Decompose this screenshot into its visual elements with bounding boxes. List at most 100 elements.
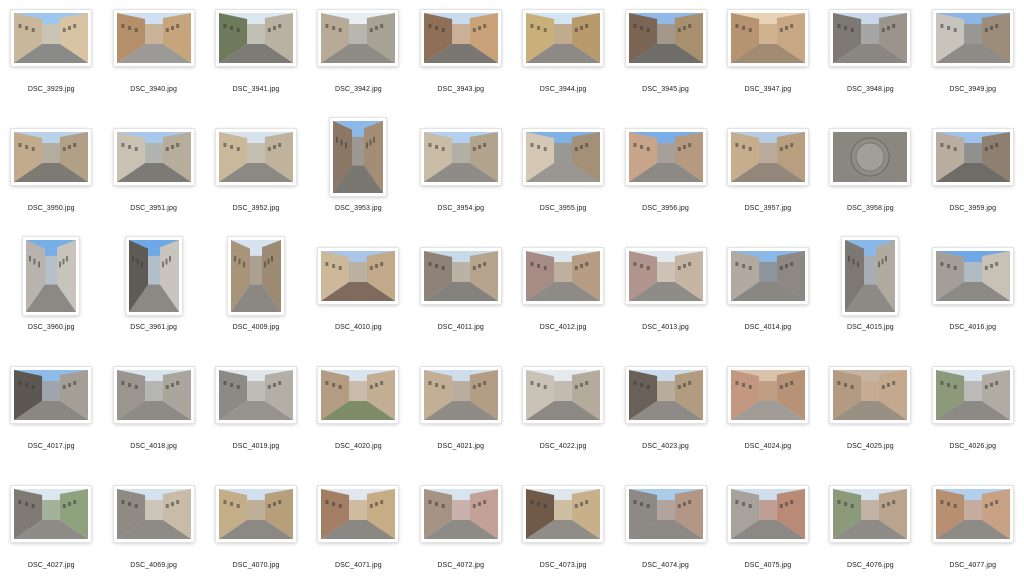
file-item[interactable]: DSC_3958.jpg bbox=[819, 119, 921, 238]
file-item[interactable]: DSC_3953.jpg bbox=[307, 118, 409, 238]
image-thumbnail[interactable] bbox=[727, 129, 808, 185]
file-item[interactable]: DSC_4025.jpg bbox=[819, 357, 921, 476]
image-thumbnail[interactable] bbox=[830, 129, 911, 185]
image-thumbnail[interactable] bbox=[215, 129, 296, 185]
file-item[interactable]: DSC_3960.jpg bbox=[0, 237, 102, 357]
file-item[interactable]: DSC_4017.jpg bbox=[0, 357, 102, 476]
file-item[interactable]: DSC_4073.jpg bbox=[512, 476, 614, 579]
file-item[interactable]: DSC_4012.jpg bbox=[512, 238, 614, 357]
image-thumbnail[interactable] bbox=[215, 486, 296, 542]
file-item[interactable]: DSC_3941.jpg bbox=[205, 0, 307, 119]
file-item[interactable]: DSC_3952.jpg bbox=[205, 119, 307, 238]
file-item[interactable]: DSC_4016.jpg bbox=[922, 238, 1024, 357]
file-item[interactable]: DSC_4027.jpg bbox=[0, 476, 102, 579]
file-item[interactable]: DSC_4011.jpg bbox=[410, 238, 512, 357]
image-thumbnail[interactable] bbox=[932, 367, 1013, 423]
file-item[interactable]: DSC_3954.jpg bbox=[410, 119, 512, 238]
image-thumbnail[interactable] bbox=[318, 367, 399, 423]
file-item[interactable]: DSC_4018.jpg bbox=[102, 357, 204, 476]
image-thumbnail[interactable] bbox=[727, 367, 808, 423]
image-thumbnail[interactable] bbox=[932, 129, 1013, 185]
image-thumbnail[interactable] bbox=[420, 129, 501, 185]
image-thumbnail[interactable] bbox=[727, 486, 808, 542]
file-item[interactable]: DSC_3929.jpg bbox=[0, 0, 102, 119]
image-thumbnail[interactable] bbox=[727, 10, 808, 66]
image-thumbnail[interactable] bbox=[420, 486, 501, 542]
image-thumbnail[interactable] bbox=[523, 486, 604, 542]
file-item[interactable]: DSC_4069.jpg bbox=[102, 476, 204, 579]
file-item[interactable]: DSC_3944.jpg bbox=[512, 0, 614, 119]
file-item[interactable]: DSC_4020.jpg bbox=[307, 357, 409, 476]
image-thumbnail[interactable] bbox=[227, 237, 284, 315]
image-thumbnail[interactable] bbox=[215, 10, 296, 66]
file-item[interactable]: DSC_3940.jpg bbox=[102, 0, 204, 119]
image-thumbnail[interactable] bbox=[125, 237, 182, 315]
file-item[interactable]: DSC_3943.jpg bbox=[410, 0, 512, 119]
file-item[interactable]: DSC_4009.jpg bbox=[205, 237, 307, 357]
file-item[interactable]: DSC_3942.jpg bbox=[307, 0, 409, 119]
file-item[interactable]: DSC_4070.jpg bbox=[205, 476, 307, 579]
image-thumbnail[interactable] bbox=[625, 10, 706, 66]
image-thumbnail[interactable] bbox=[523, 10, 604, 66]
file-item[interactable]: DSC_4075.jpg bbox=[717, 476, 819, 579]
image-thumbnail[interactable] bbox=[11, 10, 92, 66]
file-item[interactable]: DSC_3957.jpg bbox=[717, 119, 819, 238]
image-thumbnail[interactable] bbox=[11, 486, 92, 542]
file-item[interactable]: DSC_3959.jpg bbox=[922, 119, 1024, 238]
image-thumbnail[interactable] bbox=[113, 10, 194, 66]
image-thumbnail[interactable] bbox=[318, 10, 399, 66]
image-thumbnail[interactable] bbox=[830, 10, 911, 66]
file-item[interactable]: DSC_3956.jpg bbox=[614, 119, 716, 238]
file-item[interactable]: DSC_4019.jpg bbox=[205, 357, 307, 476]
image-thumbnail[interactable] bbox=[420, 248, 501, 304]
image-thumbnail[interactable] bbox=[523, 248, 604, 304]
image-thumbnail[interactable] bbox=[11, 129, 92, 185]
file-item[interactable]: DSC_3949.jpg bbox=[922, 0, 1024, 119]
image-thumbnail[interactable] bbox=[523, 367, 604, 423]
file-item[interactable]: DSC_4071.jpg bbox=[307, 476, 409, 579]
file-item[interactable]: DSC_4021.jpg bbox=[410, 357, 512, 476]
file-item[interactable]: DSC_4024.jpg bbox=[717, 357, 819, 476]
image-thumbnail[interactable] bbox=[420, 367, 501, 423]
file-item[interactable]: DSC_4076.jpg bbox=[819, 476, 921, 579]
image-thumbnail[interactable] bbox=[932, 10, 1013, 66]
image-thumbnail[interactable] bbox=[23, 237, 80, 315]
file-item[interactable]: DSC_4074.jpg bbox=[614, 476, 716, 579]
image-thumbnail[interactable] bbox=[932, 248, 1013, 304]
image-thumbnail[interactable] bbox=[318, 486, 399, 542]
file-item[interactable]: DSC_3948.jpg bbox=[819, 0, 921, 119]
image-thumbnail[interactable] bbox=[215, 367, 296, 423]
image-thumbnail[interactable] bbox=[830, 486, 911, 542]
image-thumbnail[interactable] bbox=[523, 129, 604, 185]
image-thumbnail[interactable] bbox=[830, 367, 911, 423]
file-item[interactable]: DSC_3955.jpg bbox=[512, 119, 614, 238]
image-thumbnail[interactable] bbox=[330, 118, 387, 196]
file-item[interactable]: DSC_4014.jpg bbox=[717, 238, 819, 357]
image-thumbnail[interactable] bbox=[113, 367, 194, 423]
image-thumbnail[interactable] bbox=[625, 248, 706, 304]
image-thumbnail[interactable] bbox=[420, 10, 501, 66]
image-thumbnail[interactable] bbox=[727, 248, 808, 304]
file-item[interactable]: DSC_4022.jpg bbox=[512, 357, 614, 476]
file-item[interactable]: DSC_3950.jpg bbox=[0, 119, 102, 238]
file-item[interactable]: DSC_4013.jpg bbox=[614, 238, 716, 357]
image-thumbnail[interactable] bbox=[932, 486, 1013, 542]
file-item[interactable]: DSC_3945.jpg bbox=[614, 0, 716, 119]
file-item[interactable]: DSC_4026.jpg bbox=[922, 357, 1024, 476]
file-item[interactable]: DSC_4015.jpg bbox=[819, 237, 921, 357]
image-thumbnail[interactable] bbox=[625, 129, 706, 185]
file-item[interactable]: DSC_4023.jpg bbox=[614, 357, 716, 476]
image-thumbnail[interactable] bbox=[625, 486, 706, 542]
file-item[interactable]: DSC_3961.jpg bbox=[102, 237, 204, 357]
image-thumbnail[interactable] bbox=[842, 237, 899, 315]
image-thumbnail[interactable] bbox=[113, 486, 194, 542]
image-thumbnail[interactable] bbox=[625, 367, 706, 423]
file-item[interactable]: DSC_3947.jpg bbox=[717, 0, 819, 119]
file-item[interactable]: DSC_3951.jpg bbox=[102, 119, 204, 238]
file-item[interactable]: DSC_4072.jpg bbox=[410, 476, 512, 579]
file-item[interactable]: DSC_4077.jpg bbox=[922, 476, 1024, 579]
image-thumbnail[interactable] bbox=[318, 248, 399, 304]
image-thumbnail[interactable] bbox=[11, 367, 92, 423]
image-thumbnail[interactable] bbox=[113, 129, 194, 185]
file-item[interactable]: DSC_4010.jpg bbox=[307, 238, 409, 357]
